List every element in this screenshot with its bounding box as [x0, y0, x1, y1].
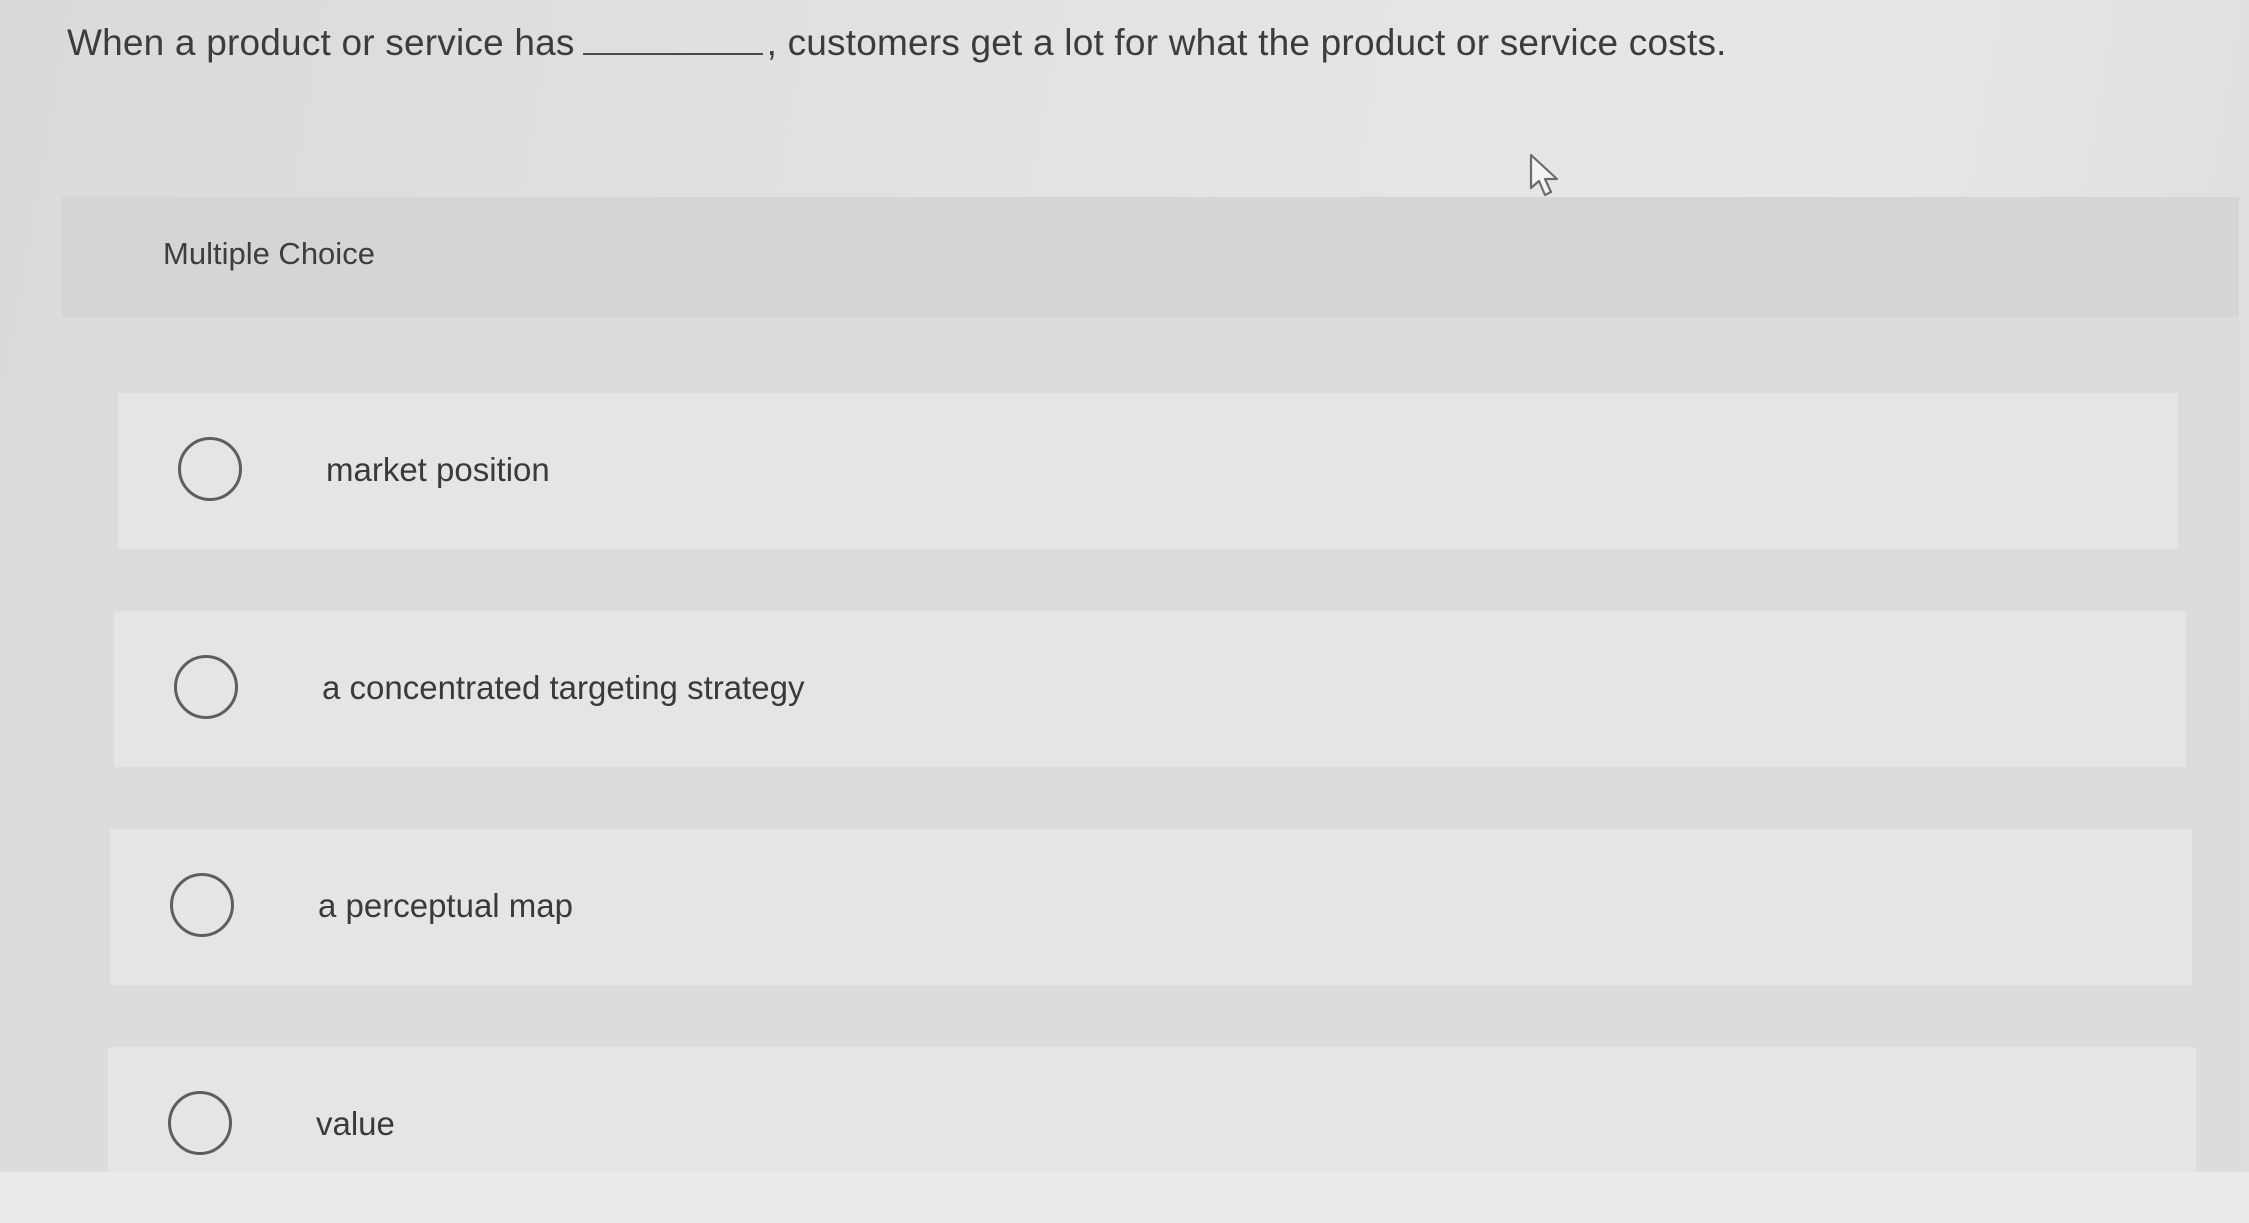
multiple-choice-label: Multiple Choice [163, 236, 375, 271]
choice-option-concentrated-targeting-strategy[interactable]: a concentrated targeting strategy [114, 611, 2186, 767]
radio-circle-icon[interactable] [174, 655, 238, 719]
page-bottom-edge [0, 1172, 2249, 1223]
choice-label: a concentrated targeting strategy [322, 669, 805, 706]
choice-label: value [316, 1105, 395, 1142]
choice-label: a perceptual map [318, 887, 573, 924]
answer-blank [582, 23, 763, 55]
multiple-choice-header [62, 197, 2239, 317]
mouse-pointer-icon [1529, 153, 1559, 197]
radio-circle-icon[interactable] [168, 1091, 232, 1155]
radio-circle-icon[interactable] [178, 437, 242, 501]
choice-label: market position [326, 451, 550, 488]
choice-option-perceptual-map[interactable]: a perceptual map [110, 829, 2192, 985]
question-text-after-blank: , customers get a lot for what the produ… [766, 22, 1727, 63]
question-text-before-blank: When a product or service has [67, 22, 575, 63]
choice-option-market-position[interactable]: market position [118, 393, 2178, 549]
question-text: When a product or service has , customers… [67, 22, 1727, 64]
radio-circle-icon[interactable] [170, 873, 234, 937]
